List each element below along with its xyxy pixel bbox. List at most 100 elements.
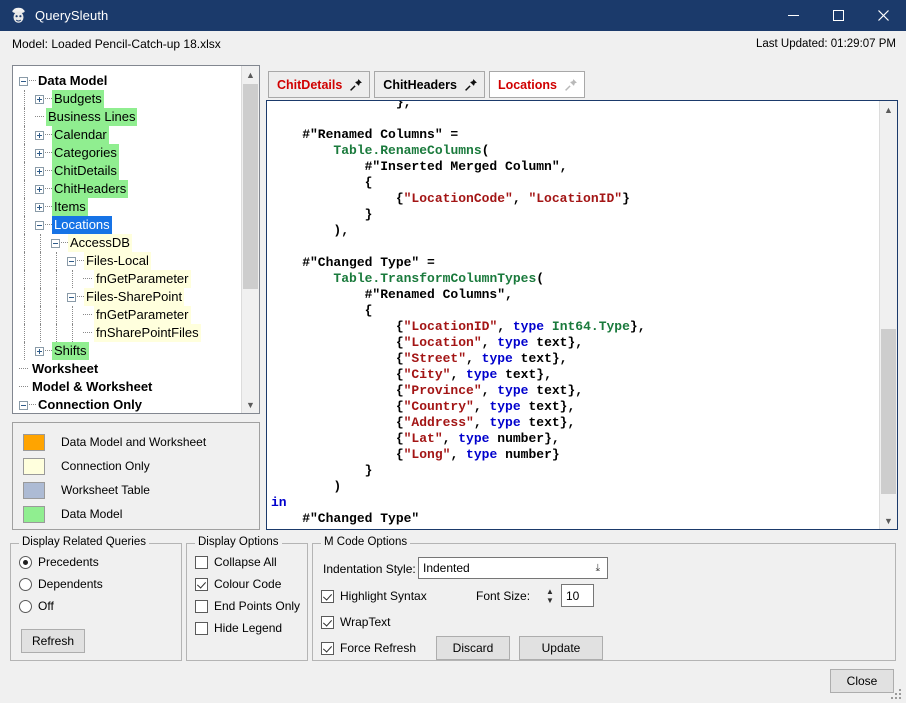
tree-item-files-sharepoint[interactable]: Files-SharePoint (19, 288, 242, 306)
tree-item-data-model[interactable]: Data Model (19, 72, 242, 90)
tree-expand-icon[interactable] (35, 166, 44, 176)
tree-item-business-lines[interactable]: Business Lines (19, 108, 242, 126)
maximize-button[interactable] (816, 0, 861, 31)
checkbox-hide-legend-icon[interactable] (195, 621, 208, 635)
m-code-text[interactable]: }, #"Renamed Columns" = Table.RenameColu… (271, 101, 879, 527)
checkbox-highlight-syntax-icon[interactable] (321, 589, 334, 603)
refresh-button[interactable]: Refresh (21, 629, 85, 653)
window-title: QuerySleuth (35, 8, 109, 23)
tree-collapse-icon[interactable] (19, 400, 28, 410)
code-scrollbar[interactable]: ▲ ▼ (879, 101, 897, 529)
query-tree-panel[interactable]: Data Model Budgets Business Lines Calendar C… (12, 65, 260, 414)
tree-item-shifts[interactable]: Shifts (19, 342, 242, 360)
tree-item-worksheet[interactable]: Worksheet (19, 360, 242, 378)
font-size-input[interactable]: 10 (561, 584, 594, 607)
tree-expand-icon[interactable] (35, 184, 44, 194)
legend-swatch (23, 433, 45, 451)
radio-dependents[interactable]: Dependents (19, 577, 103, 591)
code-token: { (271, 447, 404, 462)
radio-dependents-label: Dependents (38, 577, 103, 591)
tree-item-chitdetails[interactable]: ChitDetails (19, 162, 242, 180)
checkbox-colour-code-icon[interactable] (195, 577, 208, 591)
checkbox-end-points-only[interactable]: End Points Only (195, 599, 300, 613)
tree-collapse-icon[interactable] (35, 220, 44, 230)
tree-expand-icon[interactable] (35, 94, 44, 104)
tree-expand-icon[interactable] (35, 130, 44, 140)
checkbox-hide-legend[interactable]: Hide Legend (195, 621, 282, 635)
code-token: , (497, 319, 513, 334)
checkbox-end-points-only-icon[interactable] (195, 599, 208, 613)
font-size-stepper[interactable]: ▲ ▼ (543, 584, 557, 608)
checkbox-collapse-all-icon[interactable] (195, 555, 208, 569)
query-tree-list[interactable]: Data Model Budgets Business Lines Calendar C… (13, 66, 242, 413)
tree-scroll-thumb[interactable] (243, 84, 258, 289)
tree-item-calendar[interactable]: Calendar (19, 126, 242, 144)
tree-scroll-up-icon[interactable]: ▲ (242, 66, 259, 83)
tree-item-files-local[interactable]: Files-Local (19, 252, 242, 270)
radio-dependents-icon[interactable] (19, 577, 32, 591)
code-scroll-up-icon[interactable]: ▲ (880, 101, 897, 118)
tree-expand-icon[interactable] (35, 148, 44, 158)
m-code-text-area[interactable]: }, #"Renamed Columns" = Table.RenameColu… (267, 101, 879, 529)
tree-expand-icon[interactable] (35, 202, 44, 212)
tree-item-categories[interactable]: Categories (19, 144, 242, 162)
tree-scrollbar[interactable]: ▲ ▼ (241, 66, 259, 413)
tree-expand-icon[interactable] (35, 346, 44, 356)
m-code-editor-panel[interactable]: }, #"Renamed Columns" = Table.RenameColu… (266, 100, 898, 530)
tree-item-chitheaders[interactable]: ChitHeaders (19, 180, 242, 198)
tab-chitheaders[interactable]: ChitHeaders (374, 71, 485, 98)
radio-off-icon[interactable] (19, 599, 32, 613)
update-button[interactable]: Update (519, 636, 603, 660)
code-token: ), (271, 223, 350, 238)
tab-chitdetails[interactable]: ChitDetails (268, 71, 371, 98)
code-token: , (450, 367, 467, 382)
tree-item-fngetparameter[interactable]: fnGetParameter (19, 270, 242, 288)
pin-icon[interactable] (464, 78, 478, 92)
close-window-button[interactable] (861, 0, 906, 31)
stepper-down-icon[interactable]: ▼ (546, 596, 554, 605)
code-scroll-down-icon[interactable]: ▼ (880, 512, 897, 529)
radio-precedents[interactable]: Precedents (19, 555, 99, 569)
radio-off[interactable]: Off (19, 599, 54, 613)
code-scroll-thumb[interactable] (881, 329, 896, 494)
tree-scroll-down-icon[interactable]: ▼ (242, 396, 259, 413)
tree-connector-icon (45, 342, 52, 360)
tree-item-label: Budgets (52, 90, 104, 108)
checkbox-wraptext-icon[interactable] (321, 615, 334, 629)
tree-item-locations[interactable]: Locations (19, 216, 242, 234)
code-token: { (271, 415, 404, 430)
tree-collapse-icon[interactable] (67, 292, 76, 302)
code-token: type (489, 415, 521, 430)
tab-locations[interactable]: Locations (488, 71, 585, 98)
pin-icon[interactable] (349, 78, 363, 92)
tree-collapse-icon[interactable] (67, 256, 76, 266)
tree-item-fnsharepointfiles[interactable]: fnSharePointFiles (19, 324, 242, 342)
pin-icon[interactable] (564, 78, 578, 92)
tree-item-items[interactable]: Items (19, 198, 242, 216)
minimize-button[interactable] (771, 0, 816, 31)
indentation-style-select[interactable]: Indented ⤓ (418, 557, 608, 579)
code-token: "LocationCode" (403, 191, 513, 206)
query-tab-strip[interactable]: ChitDetails ChitHeaders Locations (268, 71, 585, 98)
checkbox-highlight-syntax[interactable]: Highlight Syntax (321, 589, 427, 603)
stepper-up-icon[interactable]: ▲ (546, 587, 554, 596)
checkbox-force-refresh[interactable]: Force Refresh (321, 641, 416, 655)
radio-precedents-icon[interactable] (19, 555, 32, 569)
checkbox-force-refresh-icon[interactable] (321, 641, 334, 655)
tree-item-budgets[interactable]: Budgets (19, 90, 242, 108)
code-token: { (271, 383, 404, 398)
resize-grip-icon[interactable] (891, 689, 903, 701)
window-title-bar: QuerySleuth (0, 0, 906, 31)
discard-button[interactable]: Discard (436, 636, 510, 660)
checkbox-collapse-all[interactable]: Collapse All (195, 555, 277, 569)
tree-item-fngetparameter[interactable]: fnGetParameter (19, 306, 242, 324)
tree-collapse-icon[interactable] (19, 76, 28, 86)
close-button[interactable]: Close (830, 669, 894, 693)
checkbox-colour-code[interactable]: Colour Code (195, 577, 281, 591)
tree-item-model-worksheet[interactable]: Model & Worksheet (19, 378, 242, 396)
tree-collapse-icon[interactable] (51, 238, 60, 248)
tree-item-accessdb[interactable]: AccessDB (19, 234, 242, 252)
checkbox-wraptext[interactable]: WrapText (321, 615, 390, 629)
tree-item-connection-only[interactable]: Connection Only (19, 396, 242, 413)
